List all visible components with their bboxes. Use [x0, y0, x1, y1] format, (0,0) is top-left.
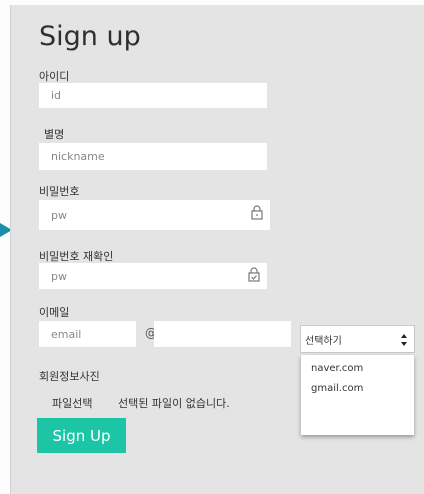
password-label: 비밀번호	[39, 185, 80, 198]
email-domain-field[interactable]	[154, 321, 291, 347]
id-placeholder: id	[51, 89, 62, 102]
domain-dropdown: naver.com gmail.com	[301, 355, 414, 435]
password-confirm-placeholder: pw	[51, 269, 67, 283]
id-label: 아이디	[39, 70, 70, 83]
email-placeholder: email	[51, 327, 82, 341]
password-field[interactable]: pw	[39, 200, 270, 230]
lock-icon	[251, 205, 263, 220]
email-label: 이메일	[39, 306, 70, 319]
choose-file-button[interactable]: 파일선택	[52, 395, 92, 411]
profile-photo-label: 회원정보사진	[39, 370, 100, 383]
domain-select-value: 선택하기	[305, 335, 342, 347]
nickname-field[interactable]: nickname	[39, 143, 267, 170]
id-field[interactable]: id	[39, 83, 267, 108]
signup-form: Sign up 아이디 id 별명 nickname 비밀번호 pw 비밀번호 …	[10, 5, 424, 494]
signup-button[interactable]: Sign Up	[37, 418, 126, 453]
password-placeholder: pw	[51, 208, 67, 222]
nickname-label: 별명	[44, 128, 65, 141]
email-field[interactable]: email	[39, 321, 136, 347]
nickname-placeholder: nickname	[51, 150, 105, 163]
password-confirm-field[interactable]: pw	[39, 263, 267, 289]
select-arrows-icon	[401, 334, 407, 346]
file-status-text: 선택된 파일이 없습니다.	[118, 397, 230, 410]
dropdown-option-gmail[interactable]: gmail.com	[311, 383, 363, 394]
lock-check-icon	[248, 267, 260, 282]
dropdown-option-naver[interactable]: naver.com	[311, 363, 363, 374]
page-title: Sign up	[39, 21, 141, 52]
domain-select[interactable]: 선택하기	[300, 325, 415, 353]
password-confirm-label: 비밀번호 재확인	[39, 250, 114, 263]
